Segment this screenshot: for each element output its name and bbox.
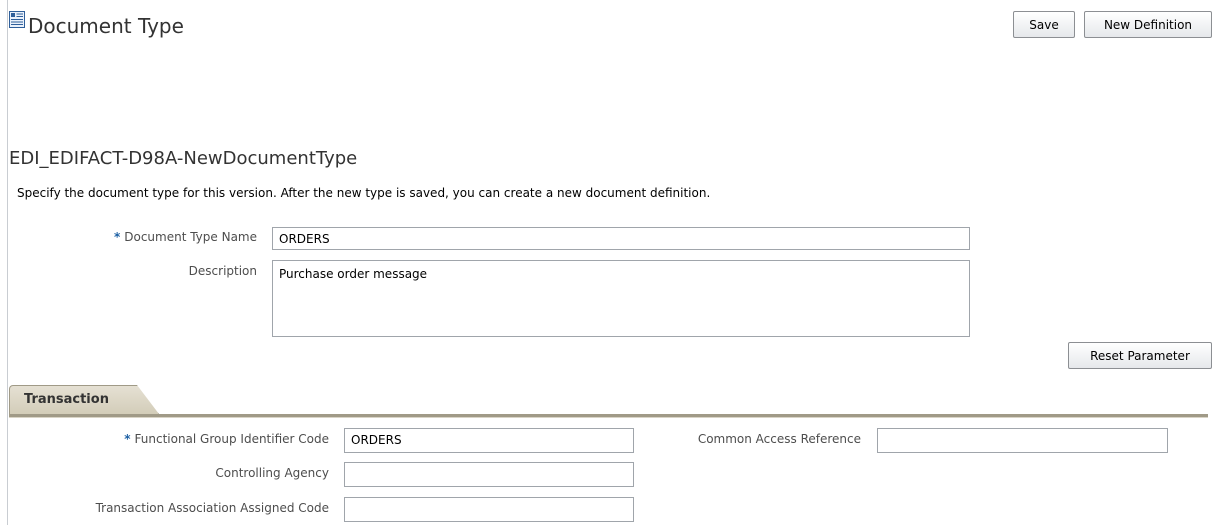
tab-transaction-label: Transaction (24, 392, 109, 407)
required-marker: * (113, 230, 121, 244)
controlling-agency-input[interactable] (344, 462, 634, 487)
page-title: Document Type (28, 14, 184, 38)
description-textarea[interactable]: Purchase order message (272, 260, 970, 337)
document-type-heading: EDI_EDIFACT-D98A-NewDocumentType (9, 148, 358, 169)
controlling-agency-label: Controlling Agency (215, 466, 329, 480)
save-button[interactable]: Save (1013, 11, 1075, 38)
transaction-association-code-label: Transaction Association Assigned Code (95, 501, 329, 515)
functional-group-label: * Functional Group Identifier Code (124, 431, 329, 447)
common-access-reference-label: Common Access Reference (697, 432, 861, 446)
description-label: Description (188, 264, 257, 278)
document-type-name-label-text: Document Type Name (124, 230, 257, 244)
required-marker: * (124, 432, 131, 446)
document-icon (9, 11, 25, 28)
document-type-name-label: * Document Type Name (114, 229, 257, 245)
page-left-border (7, 0, 8, 525)
functional-group-label-text: Functional Group Identifier Code (134, 432, 329, 446)
tab-strip-rule-shadow (9, 417, 1208, 418)
document-type-name-input[interactable]: ORDERS (272, 227, 970, 250)
common-access-reference-input[interactable] (877, 428, 1168, 453)
reset-parameter-button[interactable]: Reset Parameter (1068, 342, 1212, 369)
functional-group-input[interactable]: ORDERS (344, 428, 634, 453)
instruction-text: Specify the document type for this versi… (17, 186, 711, 200)
new-definition-button[interactable]: New Definition (1084, 11, 1212, 38)
transaction-association-code-input[interactable] (344, 497, 634, 522)
